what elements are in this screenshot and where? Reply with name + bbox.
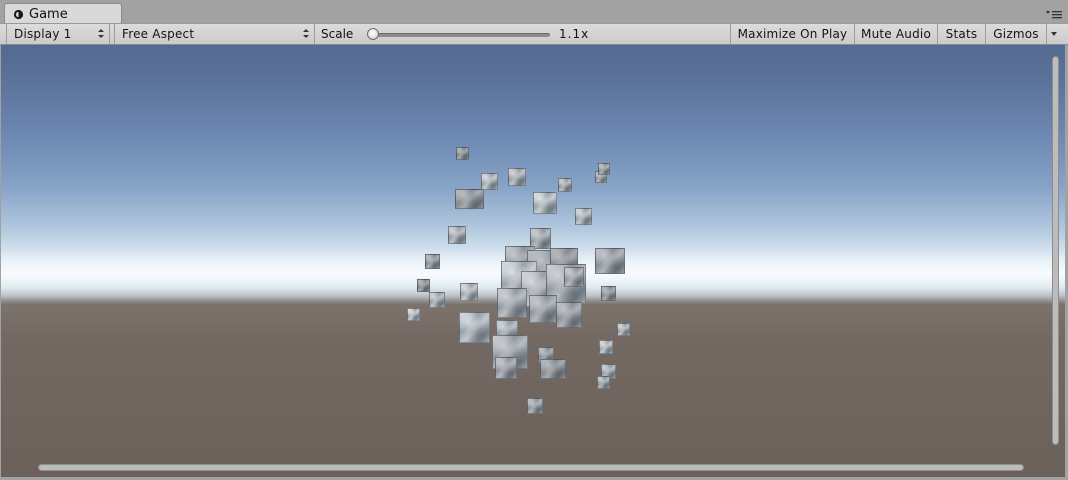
stone-cube <box>495 357 517 379</box>
stone-cube <box>540 359 566 379</box>
gizmos-button[interactable]: Gizmos <box>986 24 1046 44</box>
tab-label: Game <box>29 6 68 22</box>
stats-button[interactable]: Stats <box>938 24 986 44</box>
stone-cube <box>508 168 526 186</box>
stone-cube <box>497 288 527 318</box>
stone-cube <box>575 208 592 225</box>
dropdown-arrows-icon <box>98 29 104 38</box>
stone-cube <box>599 340 613 354</box>
stone-cube <box>455 189 484 209</box>
stone-cube <box>601 286 616 301</box>
game-controller-icon <box>13 9 24 19</box>
maximize-on-play-label: Maximize On Play <box>737 27 848 41</box>
stone-cube <box>527 398 543 414</box>
stone-cube <box>456 147 469 160</box>
display-dropdown[interactable]: Display 1 <box>6 24 110 44</box>
maximize-on-play-button[interactable]: Maximize On Play <box>730 24 855 44</box>
stone-cube <box>425 254 440 269</box>
horizontal-scrollbar[interactable] <box>38 464 1024 471</box>
scale-slider-track[interactable] <box>372 33 550 37</box>
gizmos-dropdown[interactable] <box>1046 24 1061 44</box>
stone-cube <box>617 323 630 336</box>
stone-cube <box>417 279 430 292</box>
stone-cube <box>459 312 490 343</box>
window-menu-icon[interactable] <box>1046 9 1062 21</box>
stone-cube <box>460 283 478 301</box>
scale-slider-thumb[interactable] <box>367 28 379 40</box>
stone-cube <box>556 302 582 328</box>
gizmos-label: Gizmos <box>993 27 1039 41</box>
stone-cube <box>595 248 625 274</box>
stone-cube <box>597 376 610 389</box>
stone-cube <box>564 267 584 287</box>
game-toolbar: Display 1 Free Aspect Scale 1.1x Maximiz… <box>0 23 1068 45</box>
mute-audio-label: Mute Audio <box>861 27 931 41</box>
dropdown-arrow-icon <box>1051 32 1057 36</box>
aspect-dropdown[interactable]: Free Aspect <box>114 24 315 44</box>
vertical-scrollbar[interactable] <box>1052 56 1059 445</box>
game-viewport[interactable] <box>1 45 1065 477</box>
tab-strip: Game <box>0 0 1068 24</box>
aspect-dropdown-label: Free Aspect <box>122 27 195 41</box>
stats-label: Stats <box>945 27 978 41</box>
stone-cube <box>533 192 557 214</box>
stone-cube <box>558 178 572 192</box>
stone-cube <box>598 163 610 175</box>
tab-game[interactable]: Game <box>4 3 122 24</box>
stone-cube <box>481 173 498 190</box>
stone-cube <box>529 295 557 323</box>
stone-cube <box>448 226 466 244</box>
stone-cube <box>407 308 420 321</box>
mute-audio-button[interactable]: Mute Audio <box>855 24 938 44</box>
scale-label: Scale <box>321 27 354 41</box>
dropdown-arrows-icon <box>303 29 309 38</box>
stone-cube <box>429 292 445 308</box>
display-dropdown-label: Display 1 <box>14 27 72 41</box>
scale-value: 1.1x <box>559 27 590 41</box>
